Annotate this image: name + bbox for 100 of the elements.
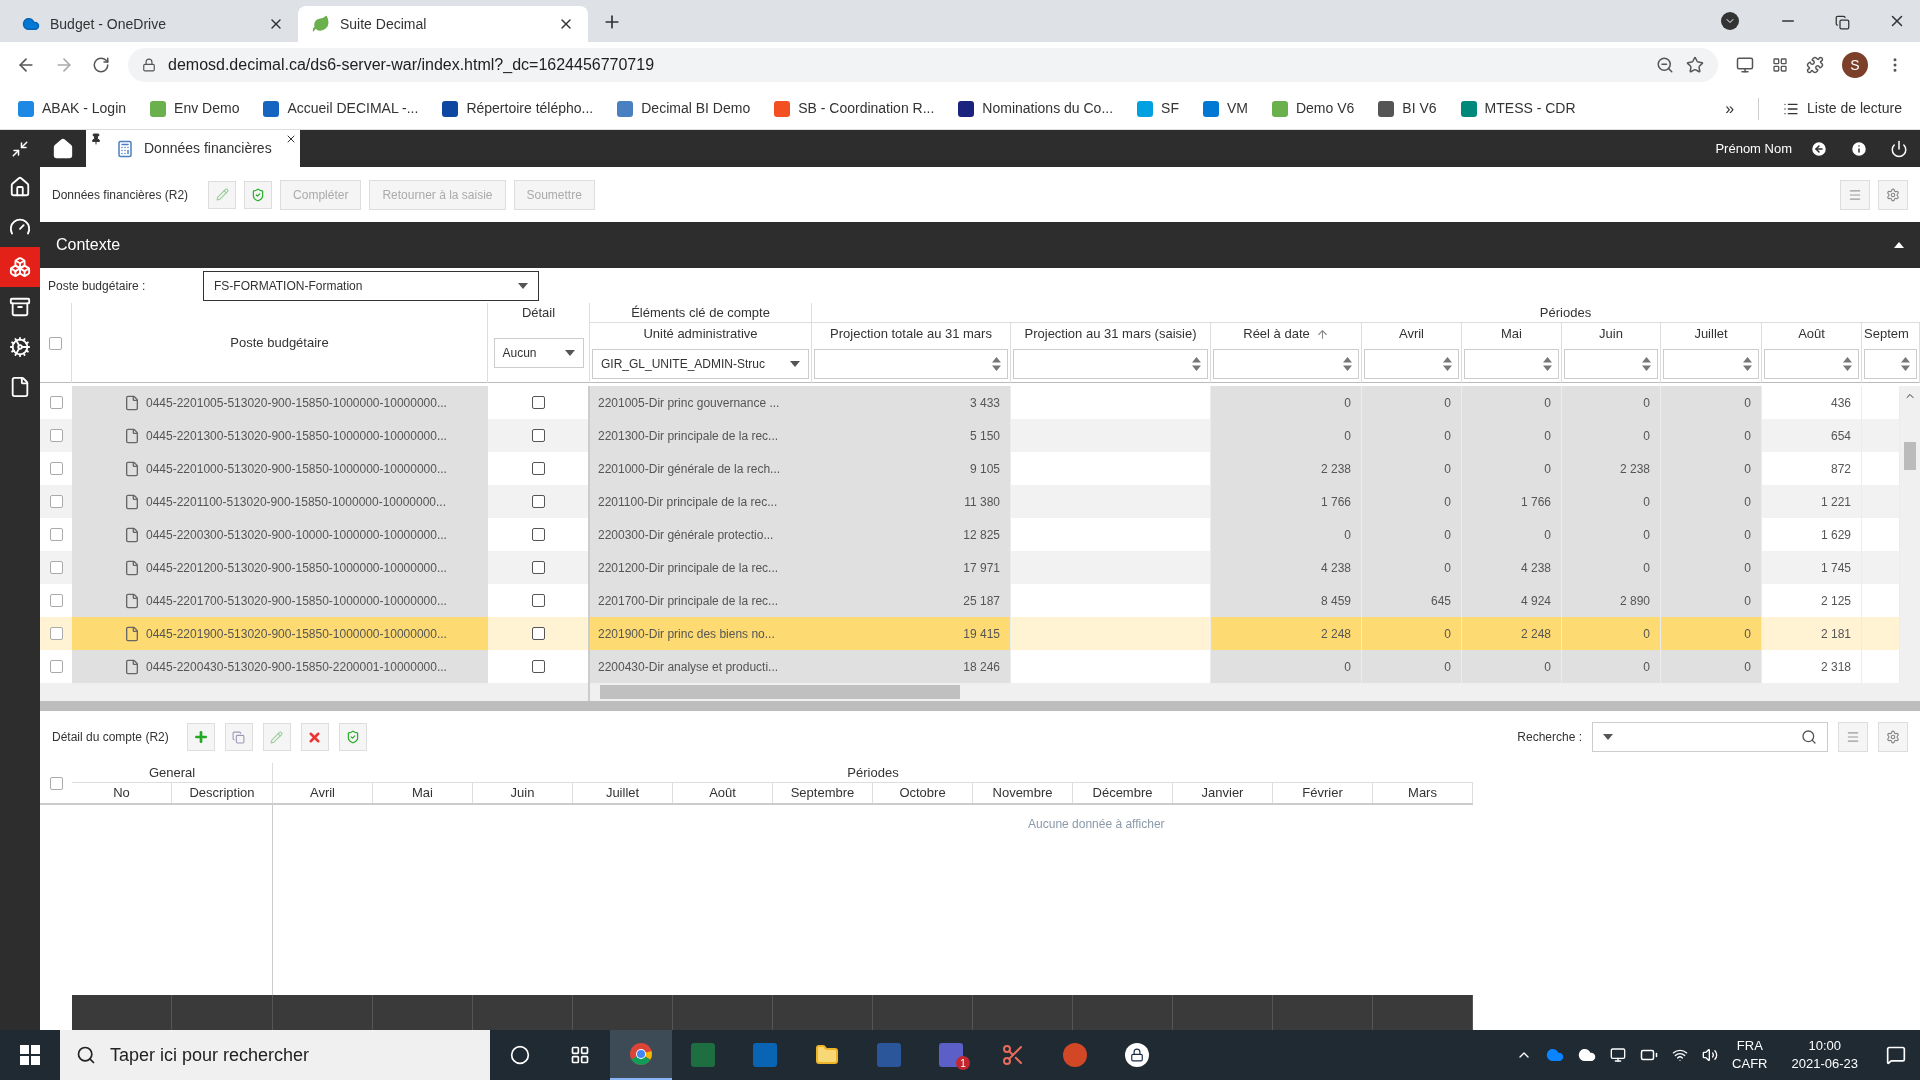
address-field[interactable]: demosd.decimal.ca/ds6-server-war/index.html?_dc=1624456770719 [128,48,1718,82]
spinner-icon[interactable] [1443,357,1452,371]
checkbox[interactable] [49,396,63,409]
validate-button[interactable] [338,723,367,751]
table-row[interactable]: 0445-2201200-513020-900-15850-1000000-10000000... 2201200-Dir principale de la rec... 17 971 4 238 0 4 238 0 0 1 745 [40,551,1900,584]
column-header[interactable]: Mars [1373,783,1473,803]
reload-icon[interactable] [92,56,110,74]
checkbox[interactable] [531,429,545,442]
clock[interactable]: 10:00 2021-06-23 [1791,1037,1858,1073]
checkbox[interactable] [49,495,63,508]
checkbox[interactable] [49,660,63,673]
add-button[interactable] [186,723,215,751]
bookmark[interactable]: Env Demo [150,98,240,119]
checkbox[interactable] [49,627,63,640]
column-header[interactable]: Mai [1462,323,1562,345]
column-header[interactable]: Avril [1362,323,1462,345]
column-header[interactable]: Projection totale au 31 mars [812,323,1011,345]
number-filter-field[interactable] [1464,349,1559,379]
column-header[interactable]: No [72,783,172,803]
column-header[interactable]: Mai [373,783,473,803]
checkbox[interactable] [531,594,545,607]
number-filter-field[interactable] [1013,349,1208,379]
checkbox[interactable] [531,462,545,475]
checkbox[interactable] [49,462,63,475]
number-filter-field[interactable] [1213,349,1359,379]
extension-icon[interactable] [1772,57,1788,73]
table-row[interactable]: 0445-2201900-513020-900-15850-1000000-10000000... 2201900-Dir princ des biens no... 19 415 2 248 0 2 248 0 0 2 181 [40,617,1900,650]
wifi-icon[interactable] [1672,1047,1689,1063]
bookmark[interactable]: SB - Coordination R... [774,98,935,119]
table-row[interactable]: 0445-2201300-513020-900-15850-1000000-10000000... 2201300-Dir principale de la rec... 5 150 0 0 0 0 0 654 [40,419,1900,452]
number-filter-field[interactable] [1564,349,1658,379]
bookmark[interactable]: VM [1202,98,1248,119]
table-row[interactable]: 0445-2201005-513020-900-15850-1000000-10000000... 2201005-Dir princ gouvernance ... 3 433 0 0 0 0 0 436 [40,386,1900,419]
number-filter-field[interactable] [1864,349,1917,379]
language-indicator[interactable]: FRA CAFR [1732,1037,1768,1073]
spinner-icon[interactable] [1743,357,1752,371]
column-header[interactable]: Février [1273,783,1373,803]
column-header[interactable]: Juillet [1661,323,1762,345]
table-row[interactable]: 0445-2200300-513020-900-10000-1000000-10000000... 2200300-Dir générale protectio... 12 825 0 0 0 0 0 1 629 [40,518,1900,551]
reading-list-button[interactable]: Liste de lecture [1783,98,1902,119]
extension-icon[interactable] [1736,56,1754,74]
browser-tab[interactable]: Budget - OneDrive [8,6,298,42]
column-header[interactable]: Réel à date [1211,323,1362,345]
checkbox[interactable] [49,429,63,442]
pin-icon[interactable] [90,133,102,145]
zoom-out-icon[interactable] [1656,56,1674,74]
bookmark[interactable]: ABAK - Login [18,98,127,119]
checkbox[interactable] [49,528,63,541]
checkbox[interactable] [531,396,545,409]
copy-button[interactable] [224,723,253,751]
spinner-icon[interactable] [1343,357,1352,371]
display-icon[interactable] [1610,1047,1627,1063]
windows-icon[interactable] [20,1045,40,1065]
validate-button[interactable] [244,180,273,209]
spinner-icon[interactable] [1843,357,1852,371]
spinner-icon[interactable] [992,357,1001,371]
spinner-icon[interactable] [1543,357,1552,371]
checkbox[interactable] [49,594,63,607]
power-icon[interactable] [1890,139,1908,158]
bookmark[interactable]: Répertoire télépho... [442,98,594,119]
column-header[interactable]: Projection au 31 mars (saisie) [1011,323,1211,345]
bookmark[interactable]: Demo V6 [1271,98,1355,119]
number-filter-field[interactable] [1764,349,1859,379]
column-header[interactable]: Juin [1562,323,1661,345]
checkbox[interactable] [49,561,63,574]
restore-icon[interactable] [1835,15,1850,30]
bookmark[interactable]: BI V6 [1378,98,1437,119]
column-header[interactable]: Décembre [1073,783,1173,803]
number-filter-field[interactable] [814,349,1008,379]
bookmark[interactable]: Nominations du Co... [958,98,1114,119]
column-header[interactable]: Juillet [573,783,673,803]
checkbox[interactable] [531,495,545,508]
info-icon[interactable] [1850,139,1868,158]
spinner-icon[interactable] [1901,357,1910,371]
column-header[interactable]: Avril [273,783,373,803]
home-icon[interactable] [52,137,74,160]
bookmark[interactable]: Decimal BI Demo [617,98,751,119]
checkbox[interactable] [49,776,63,790]
notifications-icon[interactable] [1886,1045,1906,1065]
app-tab[interactable]: Données financières [86,130,300,167]
checkbox[interactable] [49,336,62,350]
checkbox[interactable] [531,528,545,541]
column-header[interactable]: Description [172,783,273,803]
checkbox[interactable] [531,660,545,673]
column-header[interactable]: Septembre [773,783,873,803]
cloud-icon[interactable] [1578,1046,1597,1064]
number-filter-field[interactable] [1364,349,1459,379]
volume-icon[interactable] [1702,1047,1719,1063]
scrollbar-thumb[interactable] [1904,442,1916,470]
bookmark-star-icon[interactable] [1686,56,1704,74]
collapse-icon[interactable] [11,139,29,158]
number-filter-field[interactable] [1663,349,1759,379]
extensions-icon[interactable] [1806,56,1824,74]
checkbox[interactable] [531,561,545,574]
column-header[interactable]: Août [673,783,773,803]
taskbar-search-field[interactable]: Taper ici pour rechercher [60,1030,490,1080]
column-header[interactable]: Septem [1862,323,1920,345]
taskbar-app[interactable]: 1 [920,1030,982,1080]
cortana-icon[interactable] [510,1045,530,1065]
budget-item-dropdown[interactable]: FS-FORMATION-Formation [203,270,539,301]
